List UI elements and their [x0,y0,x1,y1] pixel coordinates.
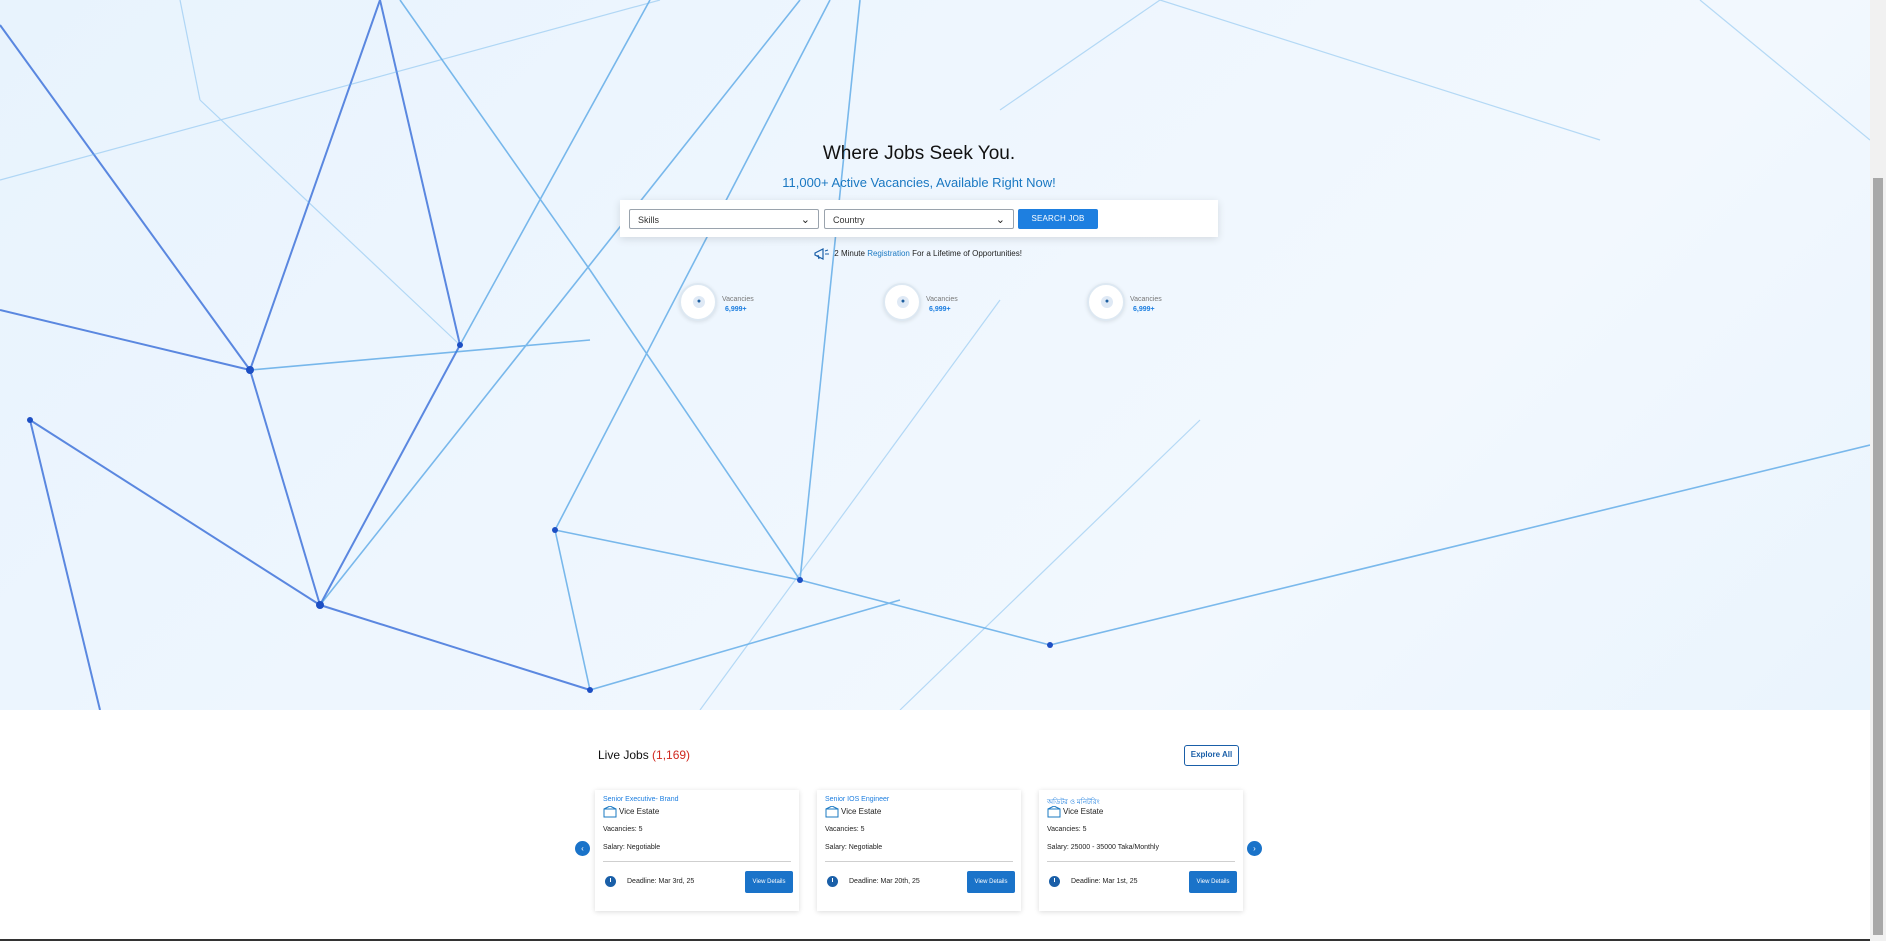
job-deadline: Deadline: Mar 1st, 25 [1071,878,1138,885]
registration-suffix: For a Lifetime of Opportunities! [909,249,1022,259]
view-details-button[interactable]: View Details [745,871,793,893]
building-icon [1047,806,1061,818]
scrollbar-thumb[interactable] [1873,178,1883,935]
stat-circle: ● [1087,283,1125,321]
user-icon: ● [897,296,909,308]
explore-all-button[interactable]: Explore All [1184,745,1239,766]
arrow-right-icon[interactable]: › [1247,841,1262,856]
user-icon: ● [1101,296,1113,308]
skills-select-value: Skills [638,215,660,225]
view-details-button[interactable]: View Details [967,871,1015,893]
clock-icon [605,876,616,887]
company-name: Vice Estate [825,806,881,818]
skills-select[interactable]: Skills ⌄ [629,209,819,229]
job-search-box: Skills ⌄ Country ⌄ SEARCH JOB [620,200,1218,237]
stat-label: Vacancies [926,296,958,303]
company-label: Vice Estate [1063,807,1104,817]
registration-line: 2 Minute Registration For a Lifetime of … [0,248,1836,260]
card-divider [825,861,1013,862]
stat-circle: ● [883,283,921,321]
job-salary: Salary: 25000 - 35000 Taka/Monthly [1047,844,1159,851]
stat-circle: ● [679,283,717,321]
job-card: Senior IOS Engineer Vice Estate Vacancie… [817,790,1021,911]
live-jobs-label: Live Jobs [598,748,653,762]
stat-value: 6,999+ [725,306,747,313]
chevron-down-icon: ⌄ [995,214,1005,226]
user-icon: ● [693,296,705,308]
job-vacancies: Vacancies: 5 [603,826,643,833]
job-title[interactable]: Senior Executive- Brand [603,796,678,803]
hero-title: Where Jobs Seek You. [822,143,1016,164]
job-salary: Salary: Negotiable [825,844,883,851]
stat-vacancies-3: ● Vacancies 6,999+ [1087,283,1207,323]
stat-value: 6,999+ [1133,306,1155,313]
job-card: Senior Executive- Brand Vice Estate Vaca… [595,790,799,911]
vertical-scrollbar[interactable] [1870,0,1886,941]
job-deadline: Deadline: Mar 20th, 25 [849,878,920,885]
company-label: Vice Estate [841,807,882,817]
stat-vacancies-2: ● Vacancies 6,999+ [883,283,1003,323]
building-icon [825,806,839,818]
job-vacancies: Vacancies: 5 [1047,826,1087,833]
hero-subtitle: 11,000+ Active Vacancies, Available Righ… [782,175,1056,190]
clock-icon [1049,876,1060,887]
card-divider [603,861,791,862]
building-icon [603,806,617,818]
country-select-value: Country [833,215,865,225]
search-job-button[interactable]: SEARCH JOB [1018,209,1098,229]
job-title[interactable]: Senior IOS Engineer [825,796,889,803]
chevron-down-icon: ⌄ [800,214,810,226]
megaphone-icon [814,248,830,260]
company-name: Vice Estate [603,806,659,818]
arrow-left-icon[interactable]: ‹ [575,841,590,856]
country-select[interactable]: Country ⌄ [824,209,1014,229]
job-vacancies: Vacancies: 5 [825,826,865,833]
registration-link[interactable]: Registration [867,249,910,258]
job-deadline: Deadline: Mar 3rd, 25 [627,878,695,885]
clock-icon [827,876,838,887]
hero-section: Where Jobs Seek You. 11,000+ Active Vaca… [0,0,1870,710]
job-card: অডিটর ও মনিটরিং Vice Estate Vacancies: 5… [1039,790,1243,911]
live-jobs-count: (1,169) [652,748,691,762]
company-name: Vice Estate [1047,806,1103,818]
hero-background-network [0,0,1870,710]
job-salary: Salary: Negotiable [603,844,661,851]
live-jobs-title: Live Jobs (1,169) [598,748,690,762]
view-details-button[interactable]: View Details [1189,871,1237,893]
stat-label: Vacancies [1130,296,1162,303]
stat-value: 6,999+ [929,306,951,313]
card-divider [1047,861,1235,862]
stat-vacancies-1: ● Vacancies 6,999+ [679,283,799,323]
stat-label: Vacancies [722,296,754,303]
registration-prefix: 2 Minute [834,249,868,259]
company-label: Vice Estate [619,807,660,817]
